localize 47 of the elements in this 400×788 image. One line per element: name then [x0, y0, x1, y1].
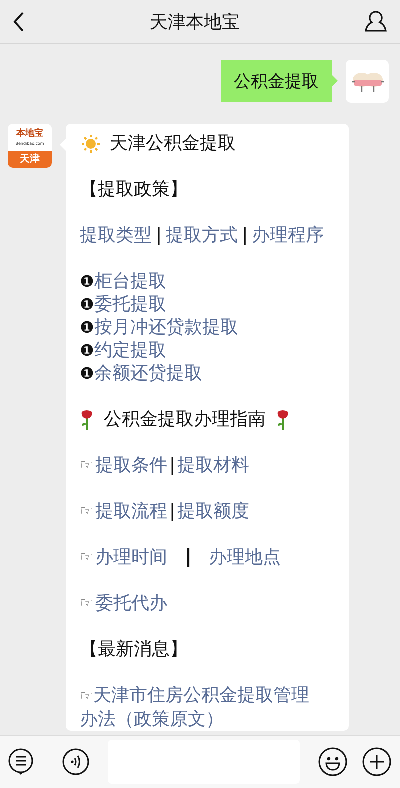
news-link[interactable]: ☞天津市住房公积金提取管理办法（政策原文）	[80, 684, 323, 731]
text-link[interactable]: 提取材料	[178, 454, 250, 477]
number-marker: ❶	[80, 317, 94, 339]
back-button[interactable]	[12, 10, 26, 32]
message-title: 天津公积金提取	[110, 132, 236, 155]
sun-icon	[80, 132, 102, 154]
profile-button[interactable]	[364, 10, 388, 34]
text-link[interactable]: 提取条件	[95, 454, 168, 477]
rose-icon	[80, 408, 94, 430]
rose-icon	[276, 408, 290, 430]
number-marker: ❶	[80, 294, 94, 316]
separator: ┃	[183, 547, 194, 569]
menu-icon[interactable]	[8, 748, 34, 776]
pointer-marker: ☞	[80, 455, 94, 476]
text-link[interactable]: 委托提取	[94, 293, 166, 316]
text-link[interactable]: 办理地点	[209, 546, 282, 569]
logo-text: 本地宝	[16, 127, 44, 141]
plus-icon[interactable]	[362, 747, 392, 777]
sent-message: 公积金提取	[221, 60, 338, 102]
logo-city: 天津	[8, 151, 52, 168]
separator: |	[242, 224, 248, 247]
text-link[interactable]: 提取流程	[95, 500, 168, 523]
separator: |	[156, 224, 162, 247]
chat-title: 天津本地宝	[150, 10, 240, 34]
text-link[interactable]: 余额还贷提取	[94, 362, 202, 385]
voice-icon[interactable]	[62, 748, 90, 776]
number-marker: ❶	[80, 271, 94, 293]
text-link[interactable]: 委托代办	[95, 592, 168, 615]
separator: |	[169, 454, 176, 477]
text-link[interactable]: 约定提取	[94, 339, 166, 362]
section-heading: 【最新消息】	[80, 638, 188, 661]
number-marker: ❶	[80, 363, 94, 385]
emoji-icon[interactable]	[318, 747, 348, 777]
text-link[interactable]: 提取类型	[80, 224, 152, 247]
text-link[interactable]: 提取方式	[166, 224, 238, 247]
pointer-marker: ☞	[80, 501, 94, 522]
text-link[interactable]: 按月冲还贷款提取	[94, 316, 238, 339]
number-marker: ❶	[80, 340, 94, 362]
guide-heading: 公积金提取办理指南	[104, 408, 266, 431]
pointer-marker: ☞	[80, 547, 94, 568]
text-link[interactable]: 柜台提取	[94, 270, 166, 293]
text-link[interactable]: 办理时间	[95, 546, 168, 569]
text-link[interactable]: 提取额度	[178, 500, 250, 523]
section-heading: 【提取政策】	[80, 178, 188, 201]
pointer-marker: ☞	[80, 593, 94, 614]
separator: |	[169, 500, 176, 523]
text-link[interactable]: 办理程序	[252, 224, 324, 247]
